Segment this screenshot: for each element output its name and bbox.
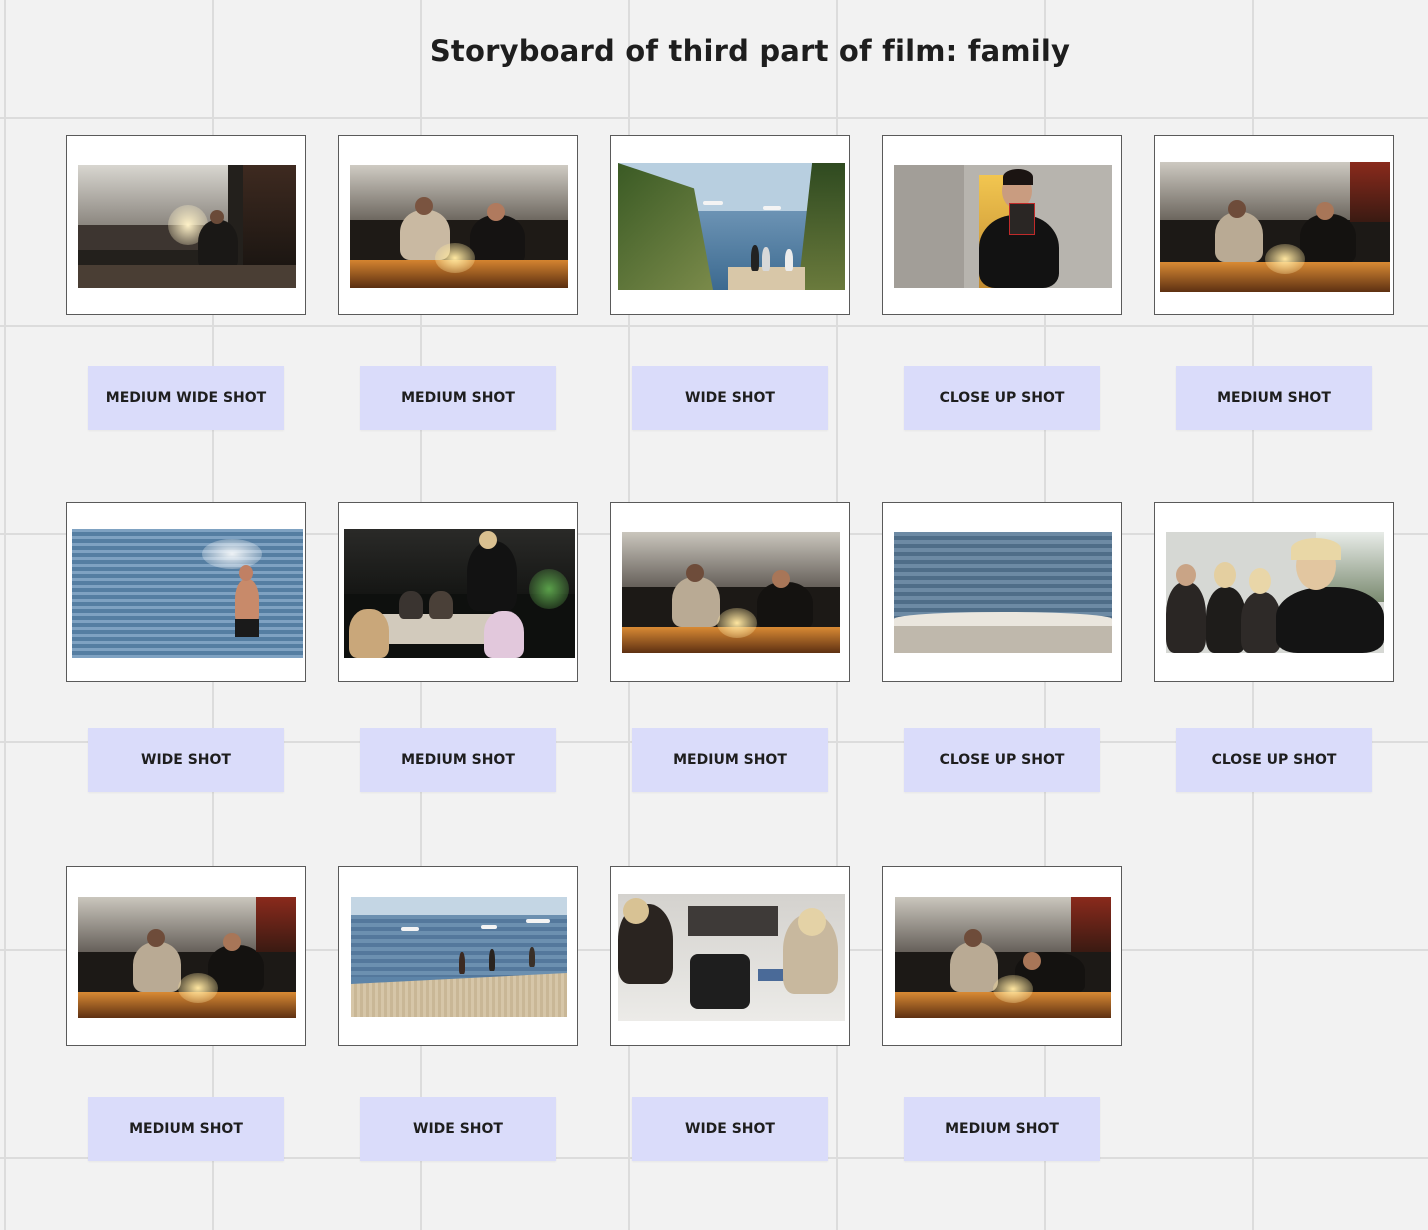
storyboard-frame-14[interactable] xyxy=(882,866,1122,1046)
shot-label-1[interactable]: MEDIUM WIDE SHOT xyxy=(88,366,284,430)
frame-photo-beach-swimmers xyxy=(351,897,567,1017)
frame-photo-table-candles xyxy=(1160,162,1390,292)
shot-label-2[interactable]: MEDIUM SHOT xyxy=(360,366,556,430)
shot-label-10[interactable]: CLOSE UP SHOT xyxy=(1176,728,1372,792)
shot-label-4[interactable]: CLOSE UP SHOT xyxy=(904,366,1100,430)
storyboard-frame-1[interactable] xyxy=(66,135,306,315)
storyboard-frame-11[interactable] xyxy=(66,866,306,1046)
frame-photo-table-cake xyxy=(622,532,840,653)
storyboard-frame-4[interactable] xyxy=(882,135,1122,315)
shot-label-9[interactable]: CLOSE UP SHOT xyxy=(904,728,1100,792)
board-title: Storyboard of third part of film: family xyxy=(429,34,1071,68)
shot-label-8[interactable]: MEDIUM SHOT xyxy=(632,728,828,792)
frame-photo-woman-card xyxy=(894,165,1112,288)
frame-photo-overhead-table xyxy=(618,894,845,1021)
storyboard-frame-9[interactable] xyxy=(882,502,1122,682)
frame-photo-kitchen-candle xyxy=(78,165,296,288)
frame-photo-friends-night xyxy=(344,529,575,658)
shot-label-14[interactable]: MEDIUM SHOT xyxy=(904,1097,1100,1161)
storyboard-frame-8[interactable] xyxy=(610,502,850,682)
shot-label-3[interactable]: WIDE SHOT xyxy=(632,366,828,430)
storyboard-frame-12[interactable] xyxy=(338,866,578,1046)
frame-photo-birthday-cake xyxy=(350,165,568,288)
frame-photo-shore-wave xyxy=(894,532,1112,653)
frame-photo-coastal-path xyxy=(618,163,845,290)
frame-photo-cake-candles xyxy=(78,897,296,1018)
storyboard-frame-5[interactable] xyxy=(1154,135,1394,315)
frame-photo-man-wading xyxy=(72,529,303,658)
shot-label-6[interactable]: WIDE SHOT xyxy=(88,728,284,792)
shot-label-13[interactable]: WIDE SHOT xyxy=(632,1097,828,1161)
storyboard-frame-3[interactable] xyxy=(610,135,850,315)
shot-label-12[interactable]: WIDE SHOT xyxy=(360,1097,556,1161)
storyboard-frame-2[interactable] xyxy=(338,135,578,315)
storyboard-frame-13[interactable] xyxy=(610,866,850,1046)
frame-photo-friends-smiling xyxy=(1166,532,1384,653)
shot-label-7[interactable]: MEDIUM SHOT xyxy=(360,728,556,792)
frame-photo-blowing-candles xyxy=(895,897,1111,1018)
storyboard-frame-10[interactable] xyxy=(1154,502,1394,682)
storyboard-frame-7[interactable] xyxy=(338,502,578,682)
storyboard-frame-6[interactable] xyxy=(66,502,306,682)
shot-label-11[interactable]: MEDIUM SHOT xyxy=(88,1097,284,1161)
shot-label-5[interactable]: MEDIUM SHOT xyxy=(1176,366,1372,430)
